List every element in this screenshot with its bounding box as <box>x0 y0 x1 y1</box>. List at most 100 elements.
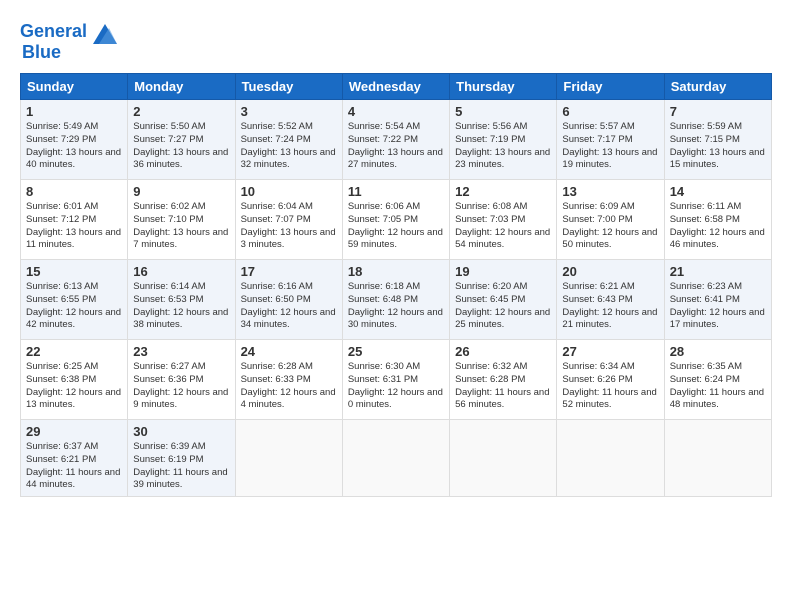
day-info: Sunrise: 6:14 AMSunset: 6:53 PMDaylight:… <box>133 281 229 332</box>
calendar-table: SundayMondayTuesdayWednesdayThursdayFrid… <box>20 73 772 497</box>
day-info: Sunrise: 5:52 AMSunset: 7:24 PMDaylight:… <box>241 121 337 172</box>
calendar-cell: 27 Sunrise: 6:34 AMSunset: 6:26 PMDayligh… <box>557 340 664 420</box>
calendar-cell <box>664 420 771 497</box>
header: General Blue <box>20 16 772 63</box>
weekday-tuesday: Tuesday <box>235 74 342 100</box>
day-number: 10 <box>241 184 337 199</box>
day-info: Sunrise: 6:02 AMSunset: 7:10 PMDaylight:… <box>133 201 229 252</box>
calendar-cell <box>450 420 557 497</box>
day-info: Sunrise: 6:37 AMSunset: 6:21 PMDaylight:… <box>26 441 122 492</box>
calendar-cell <box>557 420 664 497</box>
day-info: Sunrise: 6:04 AMSunset: 7:07 PMDaylight:… <box>241 201 337 252</box>
week-row-2: 8 Sunrise: 6:01 AMSunset: 7:12 PMDaylight… <box>21 180 772 260</box>
day-number: 17 <box>241 264 337 279</box>
day-number: 29 <box>26 424 122 439</box>
calendar-cell: 25Sunrise: 6:30 AMSunset: 6:31 PMDayligh… <box>342 340 449 420</box>
day-info: Sunrise: 5:50 AMSunset: 7:27 PMDaylight:… <box>133 121 229 172</box>
calendar-cell: 11Sunrise: 6:06 AMSunset: 7:05 PMDayligh… <box>342 180 449 260</box>
day-number: 26 <box>455 344 551 359</box>
calendar-body: 1Sunrise: 5:49 AMSunset: 7:29 PMDaylight… <box>21 100 772 497</box>
day-info: Sunrise: 6:16 AMSunset: 6:50 PMDaylight:… <box>241 281 337 332</box>
calendar-cell: 13 Sunrise: 6:09 AMSunset: 7:00 PMDayligh… <box>557 180 664 260</box>
day-info: Sunrise: 6:09 AMSunset: 7:00 PMDaylight:… <box>562 201 658 252</box>
day-info: Sunrise: 6:34 AMSunset: 6:26 PMDaylight:… <box>562 361 658 412</box>
calendar-cell: 8 Sunrise: 6:01 AMSunset: 7:12 PMDaylight… <box>21 180 128 260</box>
day-number: 25 <box>348 344 444 359</box>
calendar-cell: 10 Sunrise: 6:04 AMSunset: 7:07 PMDayligh… <box>235 180 342 260</box>
logo-text: General <box>20 22 87 42</box>
day-info: Sunrise: 5:59 AMSunset: 7:15 PMDaylight:… <box>670 121 766 172</box>
day-number: 13 <box>562 184 658 199</box>
calendar-cell: 29 Sunrise: 6:37 AMSunset: 6:21 PMDayligh… <box>21 420 128 497</box>
day-info: Sunrise: 6:25 AMSunset: 6:38 PMDaylight:… <box>26 361 122 412</box>
day-number: 24 <box>241 344 337 359</box>
weekday-wednesday: Wednesday <box>342 74 449 100</box>
calendar-cell: 23Sunrise: 6:27 AMSunset: 6:36 PMDayligh… <box>128 340 235 420</box>
day-number: 23 <box>133 344 229 359</box>
calendar-cell: 6Sunrise: 5:57 AMSunset: 7:17 PMDaylight… <box>557 100 664 180</box>
calendar-cell: 19 Sunrise: 6:20 AMSunset: 6:45 PMDayligh… <box>450 260 557 340</box>
calendar-cell: 26Sunrise: 6:32 AMSunset: 6:28 PMDayligh… <box>450 340 557 420</box>
day-number: 27 <box>562 344 658 359</box>
calendar-cell: 22 Sunrise: 6:25 AMSunset: 6:38 PMDayligh… <box>21 340 128 420</box>
day-info: Sunrise: 6:01 AMSunset: 7:12 PMDaylight:… <box>26 201 122 252</box>
day-info: Sunrise: 6:23 AMSunset: 6:41 PMDaylight:… <box>670 281 766 332</box>
day-number: 16 <box>133 264 229 279</box>
day-number: 7 <box>670 104 766 119</box>
day-number: 12 <box>455 184 551 199</box>
weekday-header-row: SundayMondayTuesdayWednesdayThursdayFrid… <box>21 74 772 100</box>
day-info: Sunrise: 6:06 AMSunset: 7:05 PMDaylight:… <box>348 201 444 252</box>
calendar-cell: 15 Sunrise: 6:13 AMSunset: 6:55 PMDayligh… <box>21 260 128 340</box>
day-number: 21 <box>670 264 766 279</box>
page: General Blue SundayMondayTuesdayWednesda… <box>0 0 792 612</box>
logo-icon <box>89 16 121 48</box>
calendar-cell: 16 Sunrise: 6:14 AMSunset: 6:53 PMDayligh… <box>128 260 235 340</box>
calendar-cell: 20Sunrise: 6:21 AMSunset: 6:43 PMDayligh… <box>557 260 664 340</box>
day-info: Sunrise: 5:49 AMSunset: 7:29 PMDaylight:… <box>26 121 122 172</box>
day-number: 15 <box>26 264 122 279</box>
day-info: Sunrise: 6:11 AMSunset: 6:58 PMDaylight:… <box>670 201 766 252</box>
weekday-thursday: Thursday <box>450 74 557 100</box>
weekday-friday: Friday <box>557 74 664 100</box>
calendar-cell: 5 Sunrise: 5:56 AMSunset: 7:19 PMDaylight… <box>450 100 557 180</box>
day-info: Sunrise: 6:08 AMSunset: 7:03 PMDaylight:… <box>455 201 551 252</box>
day-number: 3 <box>241 104 337 119</box>
calendar-cell: 3 Sunrise: 5:52 AMSunset: 7:24 PMDaylight… <box>235 100 342 180</box>
calendar-cell: 2 Sunrise: 5:50 AMSunset: 7:27 PMDaylight… <box>128 100 235 180</box>
calendar-cell: 21 Sunrise: 6:23 AMSunset: 6:41 PMDayligh… <box>664 260 771 340</box>
day-info: Sunrise: 6:13 AMSunset: 6:55 PMDaylight:… <box>26 281 122 332</box>
day-number: 22 <box>26 344 122 359</box>
calendar-cell: 12 Sunrise: 6:08 AMSunset: 7:03 PMDayligh… <box>450 180 557 260</box>
weekday-monday: Monday <box>128 74 235 100</box>
day-number: 28 <box>670 344 766 359</box>
day-number: 19 <box>455 264 551 279</box>
calendar-cell: 1Sunrise: 5:49 AMSunset: 7:29 PMDaylight… <box>21 100 128 180</box>
day-info: Sunrise: 6:35 AMSunset: 6:24 PMDaylight:… <box>670 361 766 412</box>
calendar-cell: 9 Sunrise: 6:02 AMSunset: 7:10 PMDaylight… <box>128 180 235 260</box>
calendar-cell: 7 Sunrise: 5:59 AMSunset: 7:15 PMDaylight… <box>664 100 771 180</box>
day-info: Sunrise: 6:20 AMSunset: 6:45 PMDaylight:… <box>455 281 551 332</box>
weekday-saturday: Saturday <box>664 74 771 100</box>
calendar-cell: 28 Sunrise: 6:35 AMSunset: 6:24 PMDayligh… <box>664 340 771 420</box>
calendar-cell: 4Sunrise: 5:54 AMSunset: 7:22 PMDaylight… <box>342 100 449 180</box>
day-number: 18 <box>348 264 444 279</box>
day-number: 2 <box>133 104 229 119</box>
day-number: 4 <box>348 104 444 119</box>
day-info: Sunrise: 6:39 AMSunset: 6:19 PMDaylight:… <box>133 441 229 492</box>
week-row-3: 15 Sunrise: 6:13 AMSunset: 6:55 PMDayligh… <box>21 260 772 340</box>
week-row-5: 29 Sunrise: 6:37 AMSunset: 6:21 PMDayligh… <box>21 420 772 497</box>
calendar-header: SundayMondayTuesdayWednesdayThursdayFrid… <box>21 74 772 100</box>
day-number: 8 <box>26 184 122 199</box>
day-number: 9 <box>133 184 229 199</box>
day-info: Sunrise: 5:56 AMSunset: 7:19 PMDaylight:… <box>455 121 551 172</box>
day-info: Sunrise: 6:21 AMSunset: 6:43 PMDaylight:… <box>562 281 658 332</box>
calendar-cell: 18 Sunrise: 6:18 AMSunset: 6:48 PMDayligh… <box>342 260 449 340</box>
day-number: 5 <box>455 104 551 119</box>
week-row-4: 22 Sunrise: 6:25 AMSunset: 6:38 PMDayligh… <box>21 340 772 420</box>
week-row-1: 1Sunrise: 5:49 AMSunset: 7:29 PMDaylight… <box>21 100 772 180</box>
weekday-sunday: Sunday <box>21 74 128 100</box>
day-info: Sunrise: 6:18 AMSunset: 6:48 PMDaylight:… <box>348 281 444 332</box>
day-number: 6 <box>562 104 658 119</box>
calendar-cell <box>235 420 342 497</box>
day-number: 14 <box>670 184 766 199</box>
